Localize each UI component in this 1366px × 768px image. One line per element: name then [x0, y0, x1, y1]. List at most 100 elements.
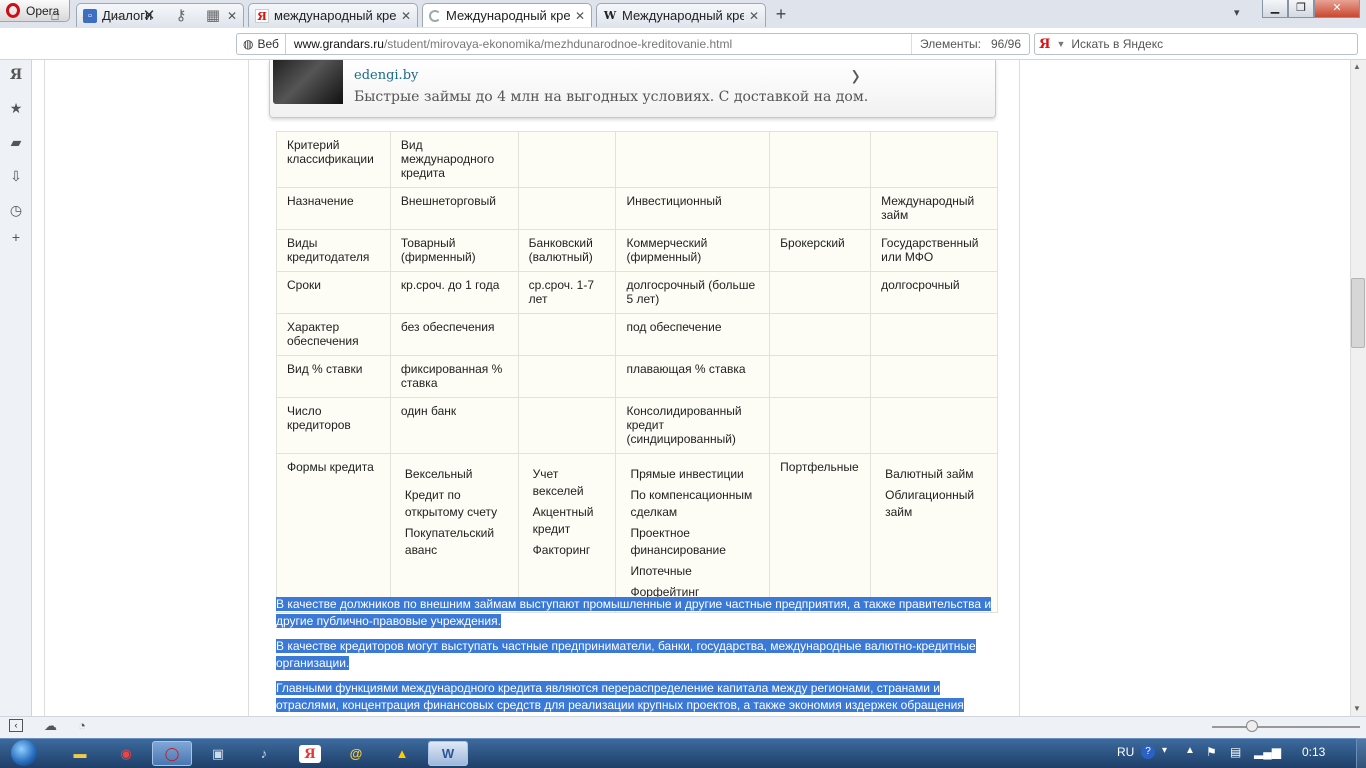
cloud-icon[interactable]: ☁ — [44, 718, 57, 734]
chrome-icon[interactable]: ◉ — [106, 741, 146, 766]
mail-agent-icon[interactable]: @ — [336, 741, 376, 766]
scroll-up-icon[interactable]: ▲ — [1353, 62, 1361, 71]
forward-icon[interactable]: → — [106, 6, 128, 26]
ad-arrow-icon[interactable]: › — [852, 60, 860, 92]
close-icon[interactable]: ✕ — [575, 9, 585, 23]
ad-domain-link[interactable]: edengi.by — [354, 68, 418, 83]
web-badge[interactable]: ◍ Веб — [237, 34, 286, 54]
close-icon[interactable]: ✕ — [749, 9, 759, 23]
selected-paragraph[interactable]: Главными функциями международного кредит… — [276, 680, 998, 714]
new-tab-button[interactable]: + — [770, 5, 792, 25]
language-indicator[interactable]: RU — [1117, 745, 1134, 759]
scrollbar-thumb[interactable] — [1351, 278, 1365, 348]
back-icon[interactable]: ← — [76, 6, 98, 26]
selected-paragraph[interactable]: В качестве должников по внешним займам в… — [276, 596, 998, 630]
chevron-down-icon[interactable]: ▾ — [1162, 745, 1167, 756]
panel-toggle-icon[interactable]: ‹ — [9, 719, 23, 732]
bookmarks-star-icon[interactable]: ★ — [7, 99, 25, 117]
windows-logo-icon — [11, 740, 37, 766]
url-path: /student/mirovaya-ekonomika/mezhdunarodn… — [383, 37, 733, 51]
panel-sidebar — [0, 60, 32, 716]
opera-taskbar-icon[interactable]: ◯ — [152, 741, 192, 766]
paragraph-text: Главными функциями международного кредит… — [276, 681, 964, 712]
tab-wikipedia[interactable]: W Международный кред ✕ — [596, 3, 766, 27]
table-cell — [769, 131, 872, 188]
elements-counter: Элементы: 96/96 — [911, 34, 1029, 54]
tab-current-page[interactable]: Международный кред ✕ — [422, 3, 592, 27]
chevron-down-icon[interactable]: ▼ — [1056, 39, 1065, 49]
tab-yandex-search[interactable]: Я международный кред ✕ — [248, 3, 418, 27]
show-hidden-icons-icon[interactable]: ▲ — [1185, 745, 1195, 756]
clock-time[interactable]: 0:13 — [1302, 745, 1325, 759]
selected-paragraph[interactable]: В качестве кредиторов могут выступать ча… — [276, 638, 998, 672]
close-icon[interactable]: ✕ — [227, 9, 237, 23]
table-cell: Формы кредита — [276, 453, 391, 613]
close-icon[interactable]: ✕ — [401, 9, 411, 23]
downloads-icon[interactable]: ⇩ — [7, 167, 25, 185]
table-cell — [769, 397, 872, 454]
add-panel-icon[interactable]: + — [7, 228, 25, 246]
table-cell: Число кредиторов — [276, 397, 391, 454]
table-cell: Критерий классификации — [276, 131, 391, 188]
ad-text[interactable]: Быстрые займы до 4 млн на выгодных услов… — [354, 89, 868, 105]
list-item: Ипотечные — [630, 564, 692, 578]
zoom-slider[interactable] — [1212, 726, 1360, 728]
table-cell: Виды кредитодателя — [276, 229, 391, 272]
table-cell: Прямые инвестиции По компенсационным сде… — [615, 453, 771, 613]
list-item: Кредит по открытому счету — [404, 488, 498, 519]
tab-list-icon[interactable]: ▾ — [1234, 6, 1240, 19]
home-icon[interactable]: ⌂ — [44, 6, 66, 26]
explorer-icon[interactable]: ▬ — [60, 741, 100, 766]
save-disk-icon[interactable]: ▣ — [198, 741, 238, 766]
url-domain: www.grandars.ru — [293, 37, 384, 51]
notes-icon[interactable]: ▰ — [7, 133, 25, 151]
list-item: Факторинг — [532, 543, 591, 557]
table-cell — [870, 355, 998, 398]
help-icon[interactable]: ? — [1141, 745, 1155, 759]
flag-icon[interactable]: ⚑ — [1206, 745, 1217, 759]
table-cell — [517, 187, 617, 230]
yandex-icon[interactable]: Я — [7, 66, 25, 84]
key-icon[interactable]: ⚷ — [170, 6, 192, 26]
url-text[interactable]: www.grandars.ru/student/mirovaya-ekonomi… — [286, 37, 911, 51]
table-cell: под обеспечение — [615, 313, 771, 356]
start-button[interactable] — [4, 739, 44, 767]
network-signal-icon[interactable]: ▂▄▆ — [1254, 745, 1281, 759]
show-desktop-button[interactable] — [1356, 738, 1366, 768]
table-cell — [517, 131, 617, 188]
table-cell: Консолидированный кредит (синдицированны… — [615, 397, 771, 454]
yandex-taskbar-icon[interactable]: Я — [299, 745, 321, 763]
table-cell — [870, 131, 998, 188]
warning-app-icon[interactable]: ▲ — [382, 741, 422, 766]
ad-image[interactable] — [273, 60, 343, 104]
table-cell: Внешнеторговый — [389, 187, 519, 230]
table-cell — [769, 313, 872, 356]
vertical-scrollbar[interactable] — [1350, 60, 1366, 716]
history-clock-icon[interactable]: ◷ — [7, 201, 25, 219]
table-cell: Брокерский — [769, 229, 872, 272]
scroll-down-icon[interactable]: ▼ — [1353, 704, 1361, 713]
device-icon[interactable]: ▤ — [1230, 745, 1241, 759]
close-window-button[interactable]: ✕ — [1314, 0, 1360, 18]
maximize-button[interactable]: ❐ — [1288, 0, 1314, 18]
audio-icon[interactable]: ♪ — [244, 741, 284, 766]
table-cell — [769, 355, 872, 398]
speed-dial-icon[interactable]: ▦ — [202, 6, 224, 26]
table-cell: ср.сроч. 1-7 лет — [517, 271, 617, 314]
table-cell: Вид % ставки — [276, 355, 391, 398]
address-bar[interactable]: ◍ Веб www.grandars.ru/student/mirovaya-ek… — [236, 33, 1030, 55]
table-cell: Международный займ — [870, 187, 998, 230]
word-icon[interactable]: W — [428, 741, 468, 766]
list-item: Прямые инвестиции — [630, 467, 744, 481]
advertisement-block[interactable]: edengi.by Быстрые займы до 4 млн на выго… — [269, 60, 996, 118]
yandex-icon: Я — [255, 8, 269, 23]
list-item: Вексельный — [404, 467, 473, 481]
speedometer-icon[interactable]: ◔ — [78, 718, 86, 733]
list-item: Облигационный займ — [885, 488, 975, 519]
search-field[interactable]: Я ▼ Искать в Яндекс — [1034, 33, 1358, 55]
table-cell: плавающая % ставка — [615, 355, 771, 398]
zoom-slider-knob[interactable] — [1246, 720, 1258, 732]
stop-icon[interactable]: ✕ — [138, 6, 160, 26]
minimize-button[interactable]: ▁ — [1262, 0, 1288, 18]
page-viewport: edengi.by Быстрые займы до 4 млн на выго… — [33, 60, 1350, 716]
